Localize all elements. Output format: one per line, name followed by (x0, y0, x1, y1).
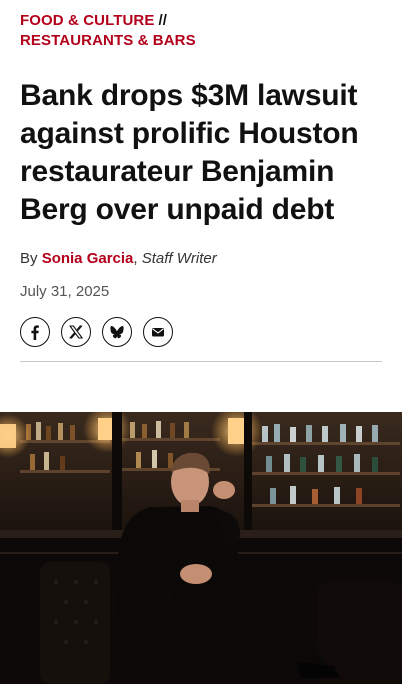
section-link[interactable]: FOOD & CULTURE (20, 12, 154, 29)
kicker: FOOD & CULTURE// RESTAURANTS & BARS (20, 0, 382, 51)
bluesky-icon (110, 326, 124, 339)
subsection-link[interactable]: RESTAURANTS & BARS (20, 32, 196, 49)
facebook-icon (31, 325, 39, 340)
byline: By Sonia Garcia, Staff Writer (20, 249, 382, 269)
author-link[interactable]: Sonia Garcia (42, 250, 134, 267)
publish-date: July 31, 2025 (20, 283, 110, 300)
email-share-button[interactable] (143, 317, 173, 347)
author-role: Staff Writer (141, 250, 217, 267)
share-bar (20, 317, 382, 347)
kicker-separator: // (158, 12, 167, 29)
facebook-share-button[interactable] (20, 317, 50, 347)
byline-prefix: By (20, 250, 38, 267)
headline: Bank drops $3M lawsuit against prolific … (20, 79, 359, 226)
email-icon (152, 328, 164, 337)
x-icon (69, 325, 83, 339)
byline-comma: , (133, 250, 138, 267)
header-divider (20, 361, 382, 362)
article-hero-photo[interactable] (0, 412, 402, 684)
hero-image (0, 412, 402, 684)
x-share-button[interactable] (61, 317, 91, 347)
article-header: FOOD & CULTURE// RESTAURANTS & BARS Bank… (0, 0, 402, 362)
bluesky-share-button[interactable] (102, 317, 132, 347)
